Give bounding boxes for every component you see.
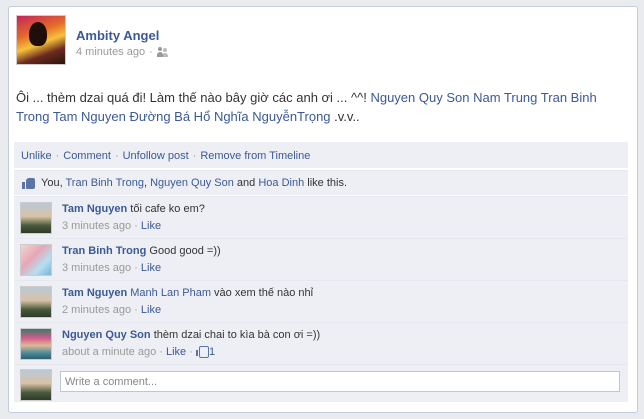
- comment-like-count-value: 1: [208, 346, 216, 358]
- comment-composer: [14, 364, 628, 402]
- liker-link[interactable]: Hoa Dinh: [258, 177, 304, 189]
- remove-timeline-link[interactable]: Remove from Timeline: [200, 150, 310, 162]
- meta-separator: ·: [156, 346, 166, 358]
- comment-like-link[interactable]: Like: [141, 220, 161, 232]
- meta-separator: ·: [131, 262, 141, 274]
- commenter-name[interactable]: Tam Nguyen: [62, 287, 127, 299]
- comment-item: Tam Nguyen Manh Lan Pham vào xem thế nào…: [14, 280, 628, 322]
- comment-tag-link[interactable]: Manh Lan Pham: [130, 287, 211, 299]
- mention-link[interactable]: Nam Trung: [473, 90, 537, 105]
- friends-audience-icon[interactable]: [156, 47, 169, 57]
- comment-time[interactable]: 2 minutes ago: [62, 304, 131, 316]
- liker-link[interactable]: Nguyen Quy Son: [150, 177, 234, 189]
- post-actions: Unlike · Comment · Unfollow post · Remov…: [14, 142, 628, 168]
- unfollow-link[interactable]: Unfollow post: [123, 150, 189, 162]
- post-timestamp[interactable]: 4 minutes ago: [76, 46, 145, 58]
- comment-link[interactable]: Comment: [63, 150, 111, 162]
- like-thumb-icon: [195, 346, 209, 358]
- meta-separator: ·: [131, 220, 141, 232]
- action-separator: ·: [114, 150, 119, 162]
- like-thumb-icon: [22, 177, 36, 189]
- comment-text: vào xem thế nào nhỉ: [214, 287, 314, 299]
- comment-input[interactable]: [60, 371, 620, 392]
- author-name[interactable]: Ambity Angel: [76, 28, 159, 43]
- comment-time[interactable]: 3 minutes ago: [62, 220, 131, 232]
- comment-time[interactable]: about a minute ago: [62, 346, 156, 358]
- comment-meta: 3 minutes ago · Like: [62, 262, 612, 274]
- comment-like-count[interactable]: 1: [195, 346, 216, 358]
- comment-time[interactable]: 3 minutes ago: [62, 262, 131, 274]
- liker-link[interactable]: Tran Binh Trong: [65, 177, 143, 189]
- comment-item: Tran Binh Trong Good good =)) 3 minutes …: [14, 238, 628, 280]
- comment-text: thèm dzai chai to kìa bà con ơi =)): [153, 329, 321, 341]
- commenter-avatar[interactable]: [20, 202, 52, 234]
- commenter-avatar[interactable]: [20, 244, 52, 276]
- commenter-name[interactable]: Tam Nguyen: [62, 203, 127, 215]
- commenter-name[interactable]: Tran Binh Trong: [62, 245, 146, 257]
- post-suffix: .v.v..: [334, 109, 360, 124]
- comment-meta: about a minute ago · Like · 1: [62, 346, 612, 358]
- action-separator: ·: [192, 150, 197, 162]
- likes-comma: ,: [143, 177, 148, 189]
- meta-separator: ·: [131, 304, 141, 316]
- comment-like-link[interactable]: Like: [141, 304, 161, 316]
- comment-meta: 3 minutes ago · Like: [62, 220, 612, 232]
- mention-link[interactable]: Nguyen Quy Son: [370, 90, 469, 105]
- commenter-name[interactable]: Nguyen Quy Son: [62, 329, 151, 341]
- comment-like-link[interactable]: Like: [166, 346, 186, 358]
- mention-link[interactable]: Đường Bá Hổ: [129, 109, 210, 124]
- story-header: Ambity Angel 4 minutes ago ·: [16, 15, 616, 69]
- comment-item: Nguyen Quy Son thèm dzai chai to kìa bà …: [14, 322, 628, 364]
- likes-text: You, Tran Binh Trong, Nguyen Quy Son and…: [41, 177, 347, 189]
- mention-link[interactable]: Tam Nguyen: [53, 109, 126, 124]
- unlike-link[interactable]: Unlike: [21, 150, 52, 162]
- comment-like-link[interactable]: Like: [141, 262, 161, 274]
- mention-link[interactable]: Nghĩa NguyễnTrọng: [214, 109, 331, 124]
- meta-separator: ·: [149, 46, 153, 58]
- post-meta: 4 minutes ago ·: [76, 46, 169, 58]
- comment-text: tối cafe ko em?: [130, 203, 205, 215]
- post-message: Ôi ... thèm dzai quá đi! Làm thế nào bây…: [16, 88, 616, 126]
- comment-text: Good good =)): [149, 245, 221, 257]
- meta-separator: ·: [186, 346, 196, 358]
- comment-item: Tam Nguyen tối cafe ko em? 3 minutes ago…: [14, 196, 628, 238]
- likes-you: You,: [41, 177, 63, 189]
- action-separator: ·: [55, 150, 60, 162]
- commenter-avatar[interactable]: [20, 286, 52, 318]
- commenter-avatar[interactable]: [20, 328, 52, 360]
- post-text: Ôi ... thèm dzai quá đi! Làm thế nào bây…: [16, 90, 367, 105]
- author-avatar[interactable]: [16, 15, 66, 65]
- likes-tail: like this.: [307, 177, 348, 189]
- likes-and: and: [236, 177, 256, 189]
- comment-meta: 2 minutes ago · Like: [62, 304, 612, 316]
- likes-sentence: You, Tran Binh Trong, Nguyen Quy Son and…: [14, 170, 628, 195]
- viewer-avatar: [20, 369, 52, 401]
